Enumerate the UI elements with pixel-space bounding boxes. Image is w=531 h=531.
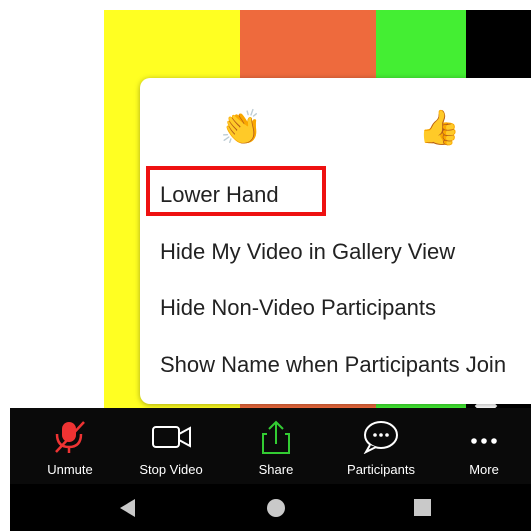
menu-item-show-name[interactable]: Show Name when Participants Join [160,351,506,379]
stop-video-button[interactable]: Stop Video [122,408,220,484]
more-label: More [469,462,499,477]
more-menu: 👏 👍 Lower Hand Hide My Video in Gallery … [140,78,531,404]
more-dots-icon [438,420,530,454]
chat-bubble-icon [332,420,430,455]
menu-item-hide-my-video[interactable]: Hide My Video in Gallery View [160,238,455,266]
microphone-muted-icon [22,420,118,454]
unmute-button[interactable]: Unmute [22,408,118,484]
unmute-label: Unmute [47,462,93,477]
participants-label: Participants [347,462,415,477]
participants-button[interactable]: Participants [332,408,430,484]
share-upload-icon [227,420,325,454]
menu-item-hide-non-video[interactable]: Hide Non-Video Participants [160,294,436,322]
video-camera-icon [122,420,220,454]
stop-video-label: Stop Video [139,462,203,477]
more-button[interactable]: More [438,408,530,484]
clap-reaction-button[interactable]: 👏 [220,108,262,148]
android-nav-bar [10,484,531,531]
recent-square-icon[interactable] [414,499,431,516]
meeting-toolbar: Unmute Stop Video Share Participants Mor… [10,408,531,484]
thumbs-up-reaction-button[interactable]: 👍 [418,108,460,148]
share-button[interactable]: Share [227,408,325,484]
back-triangle-icon[interactable] [120,499,135,517]
share-label: Share [258,462,294,477]
home-circle-icon[interactable] [267,499,285,517]
menu-item-lower-hand[interactable]: Lower Hand [160,181,279,209]
